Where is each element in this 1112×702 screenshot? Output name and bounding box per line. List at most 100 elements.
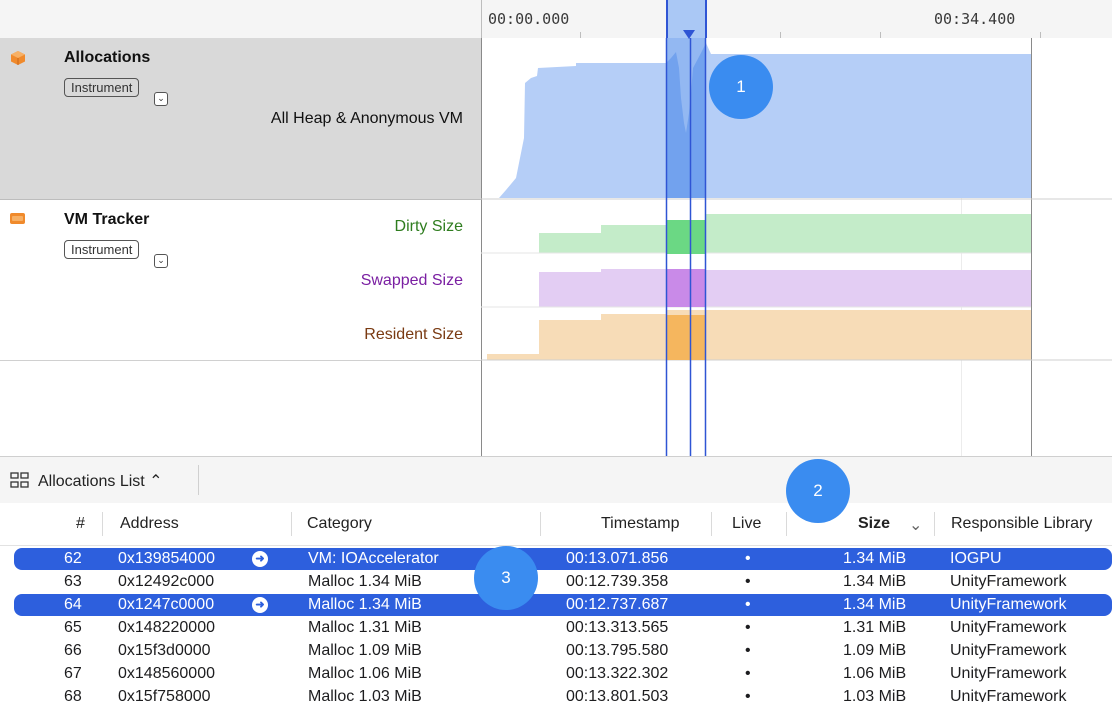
allocations-title: Allocations <box>64 49 151 66</box>
cell-live: • <box>745 665 751 682</box>
cell-library: UnityFramework <box>950 619 1067 636</box>
table-row[interactable]: 68 0x15f758000 Malloc 1.03 MiB 00:13.801… <box>0 686 1112 702</box>
cell-timestamp: 00:13.795.580 <box>566 642 669 659</box>
allocations-track-header[interactable]: Allocations Instrument ⌄ All Heap & Anon… <box>0 38 481 200</box>
table-row[interactable]: 65 0x148220000 Malloc 1.31 MiB 00:13.313… <box>0 617 1112 639</box>
callout-2: 2 <box>786 459 850 523</box>
cell-size: 1.34 MiB <box>843 573 907 590</box>
cell-timestamp: 00:12.737.687 <box>566 596 669 613</box>
cell-address: 0x139854000 <box>118 550 215 567</box>
column-header-category[interactable]: Category <box>307 515 372 533</box>
column-separator[interactable] <box>786 512 787 536</box>
cell-library: UnityFramework <box>950 688 1067 702</box>
cell-number: 67 <box>64 665 82 682</box>
cell-address: 0x1247c0000 <box>118 596 215 613</box>
toolbar-divider <box>198 465 199 495</box>
chevron-down-icon[interactable]: ⌄ <box>154 92 168 106</box>
cell-live: • <box>745 550 751 567</box>
cell-category: VM: IOAccelerator <box>308 550 439 567</box>
cell-library: UnityFramework <box>950 573 1067 590</box>
cell-live: • <box>745 573 751 590</box>
column-separator[interactable] <box>291 512 292 536</box>
cell-library: UnityFramework <box>950 665 1067 682</box>
column-header-responsible-library[interactable]: Responsible Library <box>951 515 1092 533</box>
chevron-down-icon[interactable]: ⌄ <box>154 254 168 268</box>
swapped-size-label: Swapped Size <box>360 272 463 289</box>
allocations-metric-label: All Heap & Anonymous VM <box>270 110 463 127</box>
cell-size: 1.09 MiB <box>843 642 907 659</box>
table-row[interactable]: 64 0x1247c0000 ➜ Malloc 1.34 MiB 00:12.7… <box>14 594 1112 616</box>
table-row[interactable]: 62 0x139854000 ➜ VM: IOAccelerator 00:13… <box>14 548 1112 570</box>
swapped-size-graph <box>539 269 1031 307</box>
timeline-ruler[interactable]: 00:00.000 00:34.400 <box>0 0 1112 39</box>
table-row[interactable]: 63 0x12492c000 Malloc 1.34 MiB 00:12.739… <box>0 571 1112 593</box>
ruler-divider <box>481 0 482 38</box>
callout-1: 1 <box>709 55 773 119</box>
cell-size: 1.31 MiB <box>843 619 907 636</box>
instrument-badge[interactable]: Instrument <box>64 78 140 97</box>
cell-number: 65 <box>64 619 82 636</box>
column-separator[interactable] <box>711 512 712 536</box>
orange-memory-chip-icon <box>10 213 25 224</box>
cell-size: 1.34 MiB <box>843 596 907 613</box>
column-header-address[interactable]: Address <box>120 515 179 533</box>
view-selector-label: Allocations List ⌃ <box>38 473 163 490</box>
timeline-graph-area[interactable] <box>481 38 1112 456</box>
cell-timestamp: 00:13.071.856 <box>566 550 669 567</box>
column-header-timestamp[interactable]: Timestamp <box>601 515 680 533</box>
cell-library: UnityFramework <box>950 642 1067 659</box>
column-separator[interactable] <box>102 512 103 536</box>
cell-category: Malloc 1.06 MiB <box>308 665 422 682</box>
ruler-start-time: 00:00.000 <box>488 10 570 28</box>
cell-number: 63 <box>64 573 82 590</box>
hierarchy-icon <box>10 472 29 488</box>
cell-size: 1.34 MiB <box>843 550 907 567</box>
inspection-range-start[interactable] <box>666 0 668 38</box>
cell-timestamp: 00:13.313.565 <box>566 619 669 636</box>
resident-size-graph <box>487 310 1031 360</box>
cell-address: 0x148220000 <box>118 619 215 636</box>
cell-library: UnityFramework <box>950 596 1067 613</box>
allocations-table: 62 0x139854000 ➜ VM: IOAccelerator 00:13… <box>0 548 1112 702</box>
cell-address: 0x148560000 <box>118 665 215 682</box>
resident-size-label: Resident Size <box>364 326 463 343</box>
cell-category: Malloc 1.34 MiB <box>308 573 422 590</box>
cell-live: • <box>745 688 751 702</box>
cell-number: 66 <box>64 642 82 659</box>
cell-category: Malloc 1.09 MiB <box>308 642 422 659</box>
cell-category: Malloc 1.31 MiB <box>308 619 422 636</box>
table-row[interactable]: 66 0x15f3d0000 Malloc 1.09 MiB 00:13.795… <box>0 640 1112 662</box>
vm-tracker-title: VM Tracker <box>64 211 150 228</box>
cell-live: • <box>745 596 751 613</box>
cell-category: Malloc 1.34 MiB <box>308 596 422 613</box>
column-separator[interactable] <box>540 512 541 536</box>
cell-number: 68 <box>64 688 82 702</box>
inspection-range-end[interactable] <box>705 0 707 38</box>
column-separator[interactable] <box>934 512 935 536</box>
instrument-badge[interactable]: Instrument <box>64 240 140 259</box>
ruler-end-time: 00:34.400 <box>934 10 1016 28</box>
cell-address: 0x15f3d0000 <box>118 642 211 659</box>
dirty-size-label: Dirty Size <box>394 218 463 235</box>
cell-timestamp: 00:13.322.302 <box>566 665 669 682</box>
go-to-arrow-icon[interactable]: ➜ <box>252 551 268 567</box>
vm-tracker-track-header[interactable]: VM Tracker Instrument ⌄ Dirty Size Swapp… <box>0 200 481 361</box>
callout-3: 3 <box>474 546 538 610</box>
cell-live: • <box>745 642 751 659</box>
cell-number: 64 <box>64 596 82 613</box>
column-header-live[interactable]: Live <box>732 515 761 533</box>
cell-address: 0x15f758000 <box>118 688 211 702</box>
inspection-head-icon[interactable] <box>683 30 695 39</box>
detail-toolbar: Allocations List ⌃ <box>0 456 1112 504</box>
dirty-size-graph <box>539 214 1031 253</box>
column-header-number[interactable]: # <box>76 515 85 533</box>
cell-timestamp: 00:12.739.358 <box>566 573 669 590</box>
cell-category: Malloc 1.03 MiB <box>308 688 422 702</box>
orange-cube-icon <box>11 51 25 65</box>
go-to-arrow-icon[interactable]: ➜ <box>252 597 268 613</box>
track-graphs <box>481 38 1112 456</box>
column-header-size[interactable]: Size <box>858 515 890 533</box>
table-row[interactable]: 67 0x148560000 Malloc 1.06 MiB 00:13.322… <box>0 663 1112 685</box>
sort-descending-icon[interactable]: ⌄ <box>909 515 922 535</box>
cell-library: IOGPU <box>950 550 1002 567</box>
